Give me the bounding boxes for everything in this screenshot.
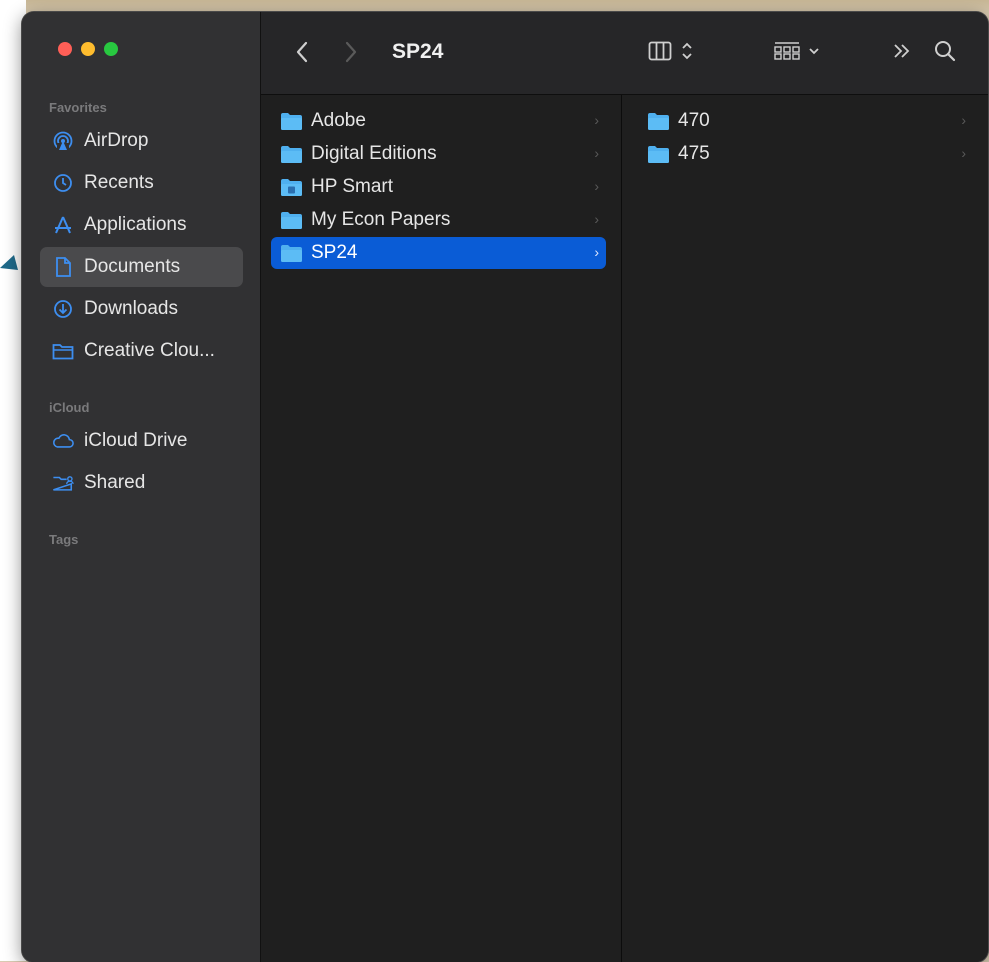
folder-icon: [281, 211, 302, 229]
folder-icon: [281, 244, 302, 262]
chevron-right-icon: ›: [961, 145, 966, 161]
list-item-470[interactable]: 470 ›: [638, 105, 973, 137]
group-by-button[interactable]: [773, 40, 821, 62]
folder-icon: [281, 112, 302, 130]
list-item-adobe[interactable]: Adobe ›: [271, 105, 606, 137]
folder-icon: [648, 145, 669, 163]
list-item-sp24[interactable]: SP24 ›: [271, 237, 606, 269]
list-item-label: 470: [678, 110, 710, 131]
icloud-heading: iCloud: [49, 400, 90, 415]
sidebar-item-icloud-drive[interactable]: iCloud Drive: [40, 421, 243, 461]
sidebar-item-label: Recents: [84, 172, 154, 193]
view-options-button[interactable]: [648, 40, 694, 62]
chevron-right-icon: ›: [594, 178, 599, 194]
shared-folder-icon: [52, 472, 74, 494]
sidebar-item-label: Applications: [84, 214, 187, 235]
chevron-left-icon: [296, 41, 308, 63]
sidebar-item-applications[interactable]: Applications: [40, 205, 243, 245]
list-item-digital-editions[interactable]: Digital Editions ›: [271, 138, 606, 170]
sidebar-item-documents[interactable]: Documents: [40, 247, 243, 287]
arrow-pointer-icon: [0, 255, 18, 270]
sidebar-item-shared[interactable]: Shared: [40, 463, 243, 503]
chevron-updown-icon: [682, 42, 692, 60]
chevron-right-icon: ›: [594, 244, 599, 260]
list-item-475[interactable]: 475 ›: [638, 138, 973, 170]
sidebar-item-label: Documents: [84, 256, 181, 277]
zoom-button[interactable]: [104, 42, 118, 56]
chevron-right-icon: ›: [594, 145, 599, 161]
list-item-label: HP Smart: [311, 176, 394, 197]
double-chevron-right-icon: [894, 44, 910, 58]
airdrop-icon: [52, 130, 74, 152]
finder-window: Favorites AirDrop Recents Applications D…: [22, 12, 988, 962]
sidebar: Favorites AirDrop Recents Applications D…: [22, 12, 261, 962]
toolbar-overflow-button[interactable]: [891, 40, 913, 62]
download-icon: [52, 298, 74, 320]
sidebar-item-label: AirDrop: [84, 130, 149, 151]
list-item-label: 475: [678, 143, 710, 164]
sidebar-item-recents[interactable]: Recents: [40, 163, 243, 203]
list-item-label: SP24: [311, 242, 358, 263]
back-button[interactable]: [295, 40, 309, 64]
sidebar-item-downloads[interactable]: Downloads: [40, 289, 243, 329]
chevron-right-icon: ›: [961, 112, 966, 128]
favorites-heading: Favorites: [49, 100, 107, 115]
folder-icon: [281, 145, 302, 163]
sidebar-item-label: Downloads: [84, 298, 178, 319]
group-grid-icon: [774, 42, 800, 60]
chevron-right-icon: ›: [594, 112, 599, 128]
search-icon: [935, 41, 956, 62]
sidebar-item-label: Shared: [84, 472, 146, 493]
toolbar: SP24: [261, 12, 988, 95]
sidebar-item-label: iCloud Drive: [84, 430, 188, 451]
sidebar-item-airdrop[interactable]: AirDrop: [40, 121, 243, 161]
app-folder-icon: [281, 178, 302, 196]
chevron-right-icon: [345, 41, 357, 63]
browser-column-documents: Adobe › Digital Editions › HP Smart › My…: [261, 95, 622, 962]
browser-column-sp24: 470 › 475 ›: [623, 95, 988, 962]
applications-icon: [52, 214, 74, 236]
minimize-button[interactable]: [81, 42, 95, 56]
search-button[interactable]: [933, 39, 957, 63]
cloud-icon: [52, 430, 74, 452]
list-item-hp-smart[interactable]: HP Smart ›: [271, 171, 606, 203]
chevron-down-icon: [809, 48, 819, 55]
clock-icon: [52, 172, 74, 194]
window-title: SP24: [392, 40, 444, 63]
list-item-label: Digital Editions: [311, 143, 437, 164]
chevron-right-icon: ›: [594, 211, 599, 227]
window-controls: [58, 42, 118, 56]
folder-icon: [648, 112, 669, 130]
close-button[interactable]: [58, 42, 72, 56]
sidebar-item-label: Creative Clou...: [84, 340, 215, 361]
folder-outline-icon: [52, 340, 74, 362]
list-item-label: Adobe: [311, 110, 366, 131]
document-icon: [52, 256, 74, 278]
column-view-icon: [648, 41, 672, 61]
tags-heading: Tags: [49, 532, 79, 547]
list-item-label: My Econ Papers: [311, 209, 451, 230]
forward-button[interactable]: [344, 40, 358, 64]
list-item-my-econ-papers[interactable]: My Econ Papers ›: [271, 204, 606, 236]
sidebar-item-creative-cloud[interactable]: Creative Clou...: [40, 331, 243, 371]
